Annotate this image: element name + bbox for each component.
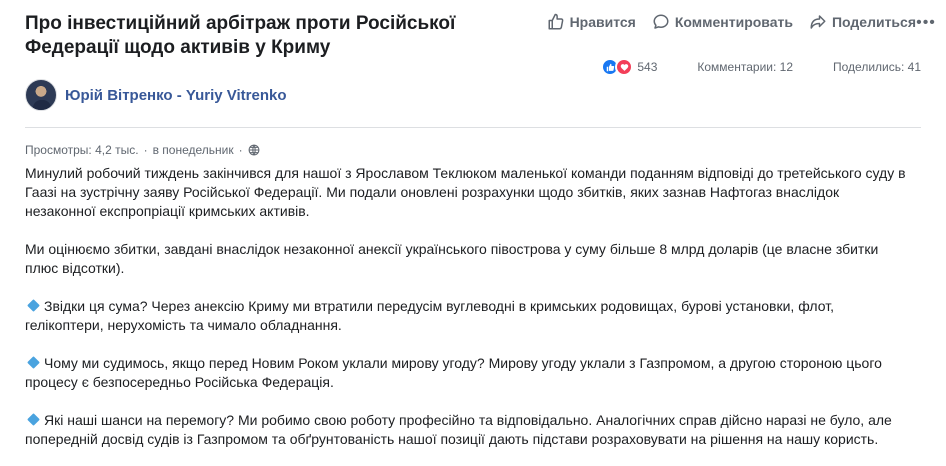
meta-separator: · [238,143,243,157]
paragraph-text: Минулий робочий тиждень закінчився для н… [25,165,906,219]
paragraph: Чому ми судимось, якщо перед Новим Роком… [25,354,910,392]
paragraph-text: Чому ми судимось, якщо перед Новим Роком… [25,355,882,390]
paragraph: Які наші шанси на перемогу? Ми робимо св… [25,411,910,449]
comment-label: Комментировать [674,14,793,30]
views-count: Просмотры: 4,2 тыс. [25,143,139,157]
blue-diamond-icon [27,299,40,312]
globe-icon[interactable] [248,144,260,156]
author-row: Юрій Вітренко - Yuriy Vitrenko [25,79,287,111]
paragraph-text: Які наші шанси на перемогу? Ми робимо св… [25,412,892,447]
post-meta: Просмотры: 4,2 тыс. · в понедельник · [25,143,260,157]
share-button[interactable]: Поделиться [809,13,916,31]
comment-icon [653,14,669,29]
like-button[interactable]: Нравится [547,13,636,31]
divider [25,127,921,128]
post-stats: 543 Комментарии: 12 Поделились: 41 [601,58,921,76]
love-reaction-icon [615,58,634,76]
blue-diamond-icon [27,356,40,369]
post-actions: Нравится Комментировать Поделиться [547,13,916,31]
avatar[interactable] [25,79,57,111]
author-name-link[interactable]: Юрій Вітренко - Yuriy Vitrenko [65,87,287,104]
paragraph-text: Звідки ця сума? Через анексію Криму ми в… [25,298,834,333]
share-arrow-icon [810,15,826,29]
paragraph: Минулий робочий тиждень закінчився для н… [25,164,910,221]
comment-button[interactable]: Комментировать [652,13,793,31]
comments-count[interactable]: Комментарии: 12 [697,60,793,74]
post-time[interactable]: в понедельник [153,143,234,157]
paragraph: Ми оцінюємо збитки, завдані внаслідок не… [25,240,910,278]
more-dots-icon[interactable]: ••• [916,12,936,34]
paragraph: Звідки ця сума? Через анексію Криму ми в… [25,297,910,335]
like-label: Нравится [569,14,636,30]
paragraph-text: Ми оцінюємо збитки, завдані внаслідок не… [25,241,879,276]
shares-count[interactable]: Поделились: 41 [833,60,921,74]
reactions-summary[interactable]: 543 [601,58,657,76]
post-body: Минулий робочий тиждень закінчився для н… [25,164,910,466]
post-title: Про інвестиційний арбітраж проти Російсь… [25,13,456,58]
thumbs-up-icon [548,13,563,30]
blue-diamond-icon [27,413,40,426]
meta-separator: · [143,143,148,157]
share-label: Поделиться [831,14,916,30]
reactions-count: 543 [637,60,658,74]
